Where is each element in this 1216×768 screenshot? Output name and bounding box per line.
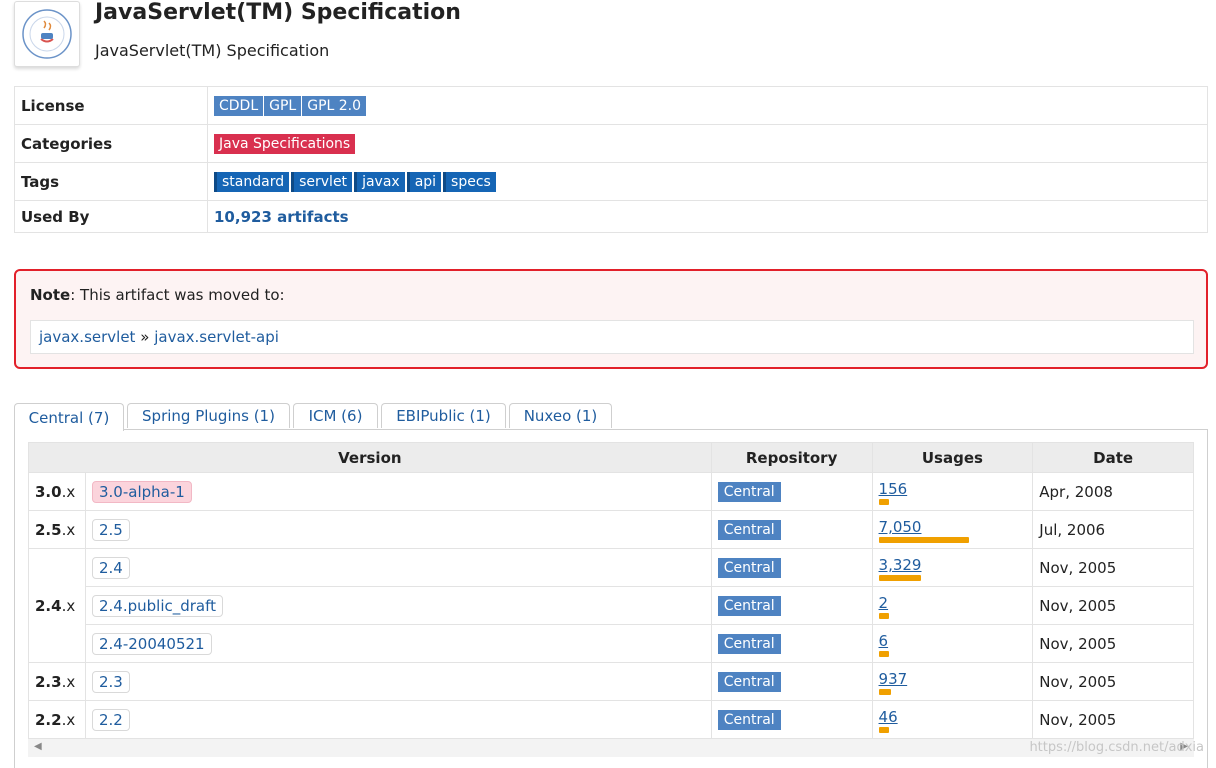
release-date: Nov, 2005	[1032, 624, 1194, 663]
table-row: 3.0.x 3.0-alpha-1 Central 156 Apr, 2008	[28, 472, 1194, 511]
scroll-left-icon[interactable]: ◀	[34, 741, 42, 752]
usage-bar	[878, 499, 889, 505]
minor-version: 2.3.x	[28, 662, 86, 701]
version-link[interactable]: 2.5	[91, 518, 130, 541]
repository-column-header[interactable]: Repository	[710, 442, 873, 473]
repository-badge[interactable]: Central	[717, 671, 781, 692]
repository-badge[interactable]: Central	[717, 519, 781, 540]
category-badge[interactable]: Java Specifications	[214, 133, 356, 154]
version-column-header[interactable]: Version	[28, 442, 712, 473]
usage-bar	[878, 689, 891, 695]
note-text: : This artifact was moved to:	[70, 286, 285, 304]
watermark: https://blog.csdn.net/adxia	[1029, 740, 1204, 755]
usage-bar	[878, 651, 889, 657]
release-date: Apr, 2008	[1032, 472, 1194, 511]
license-badge[interactable]: GPL 2.0	[302, 95, 367, 116]
tab-ebipublic[interactable]: EBIPublic (1)	[381, 403, 506, 428]
version-link[interactable]: 2.2	[91, 708, 130, 731]
tab-nuxeo[interactable]: Nuxeo (1)	[509, 403, 612, 428]
usages-link[interactable]: 156	[879, 480, 908, 498]
used-by-label: Used By	[14, 200, 208, 233]
page-subtitle: JavaServlet(TM) Specification	[95, 41, 330, 60]
table-row: 2.4.x 2.4 Central 3,329 Nov, 2005	[28, 548, 1194, 663]
tab-icm[interactable]: ICM (6)	[293, 403, 378, 428]
tag-badge[interactable]: specs	[443, 171, 496, 192]
tag-badge[interactable]: servlet	[291, 171, 353, 192]
release-date: Jul, 2006	[1032, 510, 1194, 549]
license-badge[interactable]: CDDL	[214, 95, 264, 116]
version-link[interactable]: 2.4.public_draft	[91, 594, 224, 617]
versions-table: Version Repository Usages Date 3.0.x 3.0…	[28, 442, 1194, 739]
artifact-info-table: License CDDL GPL GPL 2.0 Categories Java S…	[14, 86, 1208, 233]
relocation-group-link[interactable]: javax.servlet	[39, 328, 135, 346]
date-column-header[interactable]: Date	[1032, 442, 1194, 473]
repository-badge[interactable]: Central	[717, 633, 781, 654]
java-logo	[14, 1, 80, 67]
usages-link[interactable]: 937	[879, 670, 908, 688]
version-link[interactable]: 2.4-20040521	[91, 632, 212, 655]
usages-link[interactable]: 3,329	[879, 556, 922, 574]
horizontal-scrollbar[interactable]: ◀ ▶	[28, 738, 1194, 757]
table-row: 2.2.x 2.2 Central 46 Nov, 2005	[28, 700, 1194, 739]
usages-link[interactable]: 6	[879, 632, 889, 650]
tag-badge[interactable]: api	[406, 171, 442, 192]
version-link[interactable]: 2.3	[91, 670, 130, 693]
used-by-link[interactable]: 10,923 artifacts	[214, 208, 349, 226]
tag-badge[interactable]: standard	[214, 171, 290, 192]
release-date: Nov, 2005	[1032, 662, 1194, 701]
usage-bar	[878, 537, 969, 543]
relocation-artifact-link[interactable]: javax.servlet-api	[154, 328, 279, 346]
table-row: 2.4-20040521 Central 6 Nov, 2005	[29, 624, 1194, 663]
moved-note: Note: This artifact was moved to: javax.…	[14, 269, 1208, 369]
tab-spring-plugins[interactable]: Spring Plugins (1)	[127, 403, 290, 428]
repository-badge[interactable]: Central	[717, 595, 781, 616]
repository-badge[interactable]: Central	[717, 481, 781, 502]
usages-column-header[interactable]: Usages	[871, 442, 1034, 473]
minor-version: 2.4.x	[28, 548, 86, 663]
categories-label: Categories	[14, 124, 208, 163]
repository-badge[interactable]: Central	[717, 557, 781, 578]
tags-label: Tags	[14, 162, 208, 201]
table-row: 2.5.x 2.5 Central 7,050 Jul, 2006	[28, 510, 1194, 549]
usages-link[interactable]: 2	[879, 594, 889, 612]
usages-link[interactable]: 7,050	[879, 518, 922, 536]
tag-values: standard servlet javax api specs	[207, 162, 1208, 201]
usages-link[interactable]: 46	[879, 708, 898, 726]
table-row: 2.4.public_draft Central 2 Nov, 2005	[29, 586, 1194, 625]
page-title: JavaServlet(TM) Specification	[95, 0, 461, 25]
license-badge[interactable]: GPL	[264, 95, 302, 116]
breadcrumb-separator: »	[140, 328, 150, 346]
release-date: Nov, 2005	[1032, 586, 1194, 625]
usage-bar	[878, 727, 889, 733]
tag-badge[interactable]: javax	[354, 171, 405, 192]
relocation-box: javax.servlet » javax.servlet-api	[30, 320, 1194, 354]
version-link[interactable]: 2.4	[91, 556, 130, 579]
minor-version: 3.0.x	[28, 472, 86, 511]
license-values: CDDL GPL GPL 2.0	[207, 86, 1208, 125]
tab-central[interactable]: Central (7)	[14, 403, 124, 431]
usage-bar	[878, 575, 921, 581]
repository-badge[interactable]: Central	[717, 709, 781, 730]
table-row: 2.3.x 2.3 Central 937 Nov, 2005	[28, 662, 1194, 701]
release-date: Nov, 2005	[1032, 548, 1194, 587]
release-date: Nov, 2005	[1032, 700, 1194, 739]
category-values: Java Specifications	[207, 124, 1208, 163]
java-community-process-logo-icon	[22, 9, 72, 59]
usage-bar	[878, 613, 889, 619]
license-label: License	[14, 86, 208, 125]
minor-version: 2.2.x	[28, 700, 86, 739]
minor-version: 2.5.x	[28, 510, 86, 549]
note-label: Note	[30, 286, 71, 304]
version-link[interactable]: 3.0-alpha-1	[91, 480, 192, 503]
